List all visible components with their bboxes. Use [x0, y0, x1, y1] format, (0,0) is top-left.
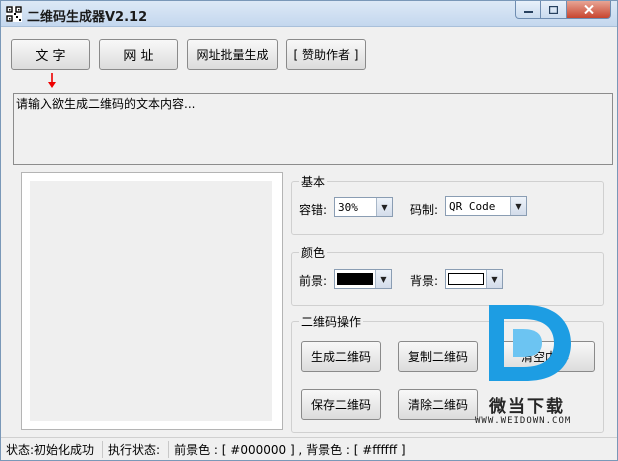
- basic-group-title: 基本: [299, 173, 328, 190]
- error-level-select[interactable]: 30% ▼: [334, 197, 393, 217]
- code-type-value: QR Code: [449, 199, 496, 213]
- generate-qr-button[interactable]: 生成二维码: [301, 341, 381, 372]
- error-level-label: 容错:: [299, 203, 328, 217]
- color-status-text: 前景色 : [ #000000 ] , 背景色 : [ #ffffff ]: [174, 442, 406, 457]
- window-controls: [515, 1, 611, 19]
- status-bar: 状态:初始化成功 执行状态: 前景色 : [ #000000 ] , 背景色 :…: [1, 437, 617, 460]
- background-color-select[interactable]: ▼: [445, 269, 503, 289]
- foreground-label: 前景:: [299, 274, 328, 288]
- watermark-url: WWW.WEIDOWN.COM: [475, 416, 572, 426]
- color-group-title: 颜色: [299, 244, 328, 261]
- watermark-name: 微当下载: [489, 397, 565, 417]
- minimize-icon: [523, 10, 533, 13]
- window-title: 二维码生成器V2.12: [27, 10, 148, 25]
- code-type-label: 码制:: [410, 203, 439, 217]
- donate-button[interactable]: [ 赞助作者 ]: [286, 39, 366, 70]
- close-icon: [583, 5, 594, 14]
- chevron-down-icon: ▼: [510, 197, 526, 215]
- foreground-swatch: [337, 273, 373, 285]
- url-mode-button[interactable]: 网 址: [99, 39, 178, 70]
- batch-url-button[interactable]: 网址批量生成: [187, 39, 278, 70]
- title-bar[interactable]: 二维码生成器V2.12: [1, 1, 617, 27]
- qr-preview-frame: [21, 172, 283, 430]
- text-mode-button[interactable]: 文 字: [11, 39, 90, 70]
- error-level-value: 30%: [338, 200, 358, 214]
- content-input[interactable]: 请输入欲生成二维码的文本内容...: [13, 93, 613, 165]
- qr-preview: [30, 181, 272, 421]
- clear-qr-button[interactable]: 清除二维码: [398, 389, 478, 420]
- code-type-select[interactable]: QR Code ▼: [445, 196, 527, 216]
- main-window: 二维码生成器V2.12 文 字 网 址 网址批量生成 [ 赞助作者 ] 请输入欲…: [0, 0, 618, 461]
- maximize-icon: [549, 5, 558, 14]
- background-swatch: [448, 273, 484, 285]
- exec-status-text: 执行状态:: [103, 440, 170, 458]
- background-label: 背景:: [410, 274, 439, 288]
- minimize-button[interactable]: [515, 1, 541, 19]
- chevron-down-icon: ▼: [376, 198, 392, 216]
- chevron-down-icon: ▼: [375, 270, 391, 288]
- close-button[interactable]: [567, 1, 611, 19]
- maximize-button[interactable]: [541, 1, 567, 19]
- qr-app-icon: [6, 6, 22, 22]
- arrow-down-icon: [48, 73, 56, 88]
- content-placeholder: 请输入欲生成二维码的文本内容...: [16, 97, 196, 111]
- copy-qr-button[interactable]: 复制二维码: [398, 341, 478, 372]
- qr-operations-title: 二维码操作: [299, 313, 364, 330]
- save-qr-button[interactable]: 保存二维码: [301, 389, 381, 420]
- status-text: 状态:初始化成功: [1, 440, 104, 458]
- foreground-color-select[interactable]: ▼: [334, 269, 392, 289]
- chevron-down-icon: ▼: [486, 270, 502, 288]
